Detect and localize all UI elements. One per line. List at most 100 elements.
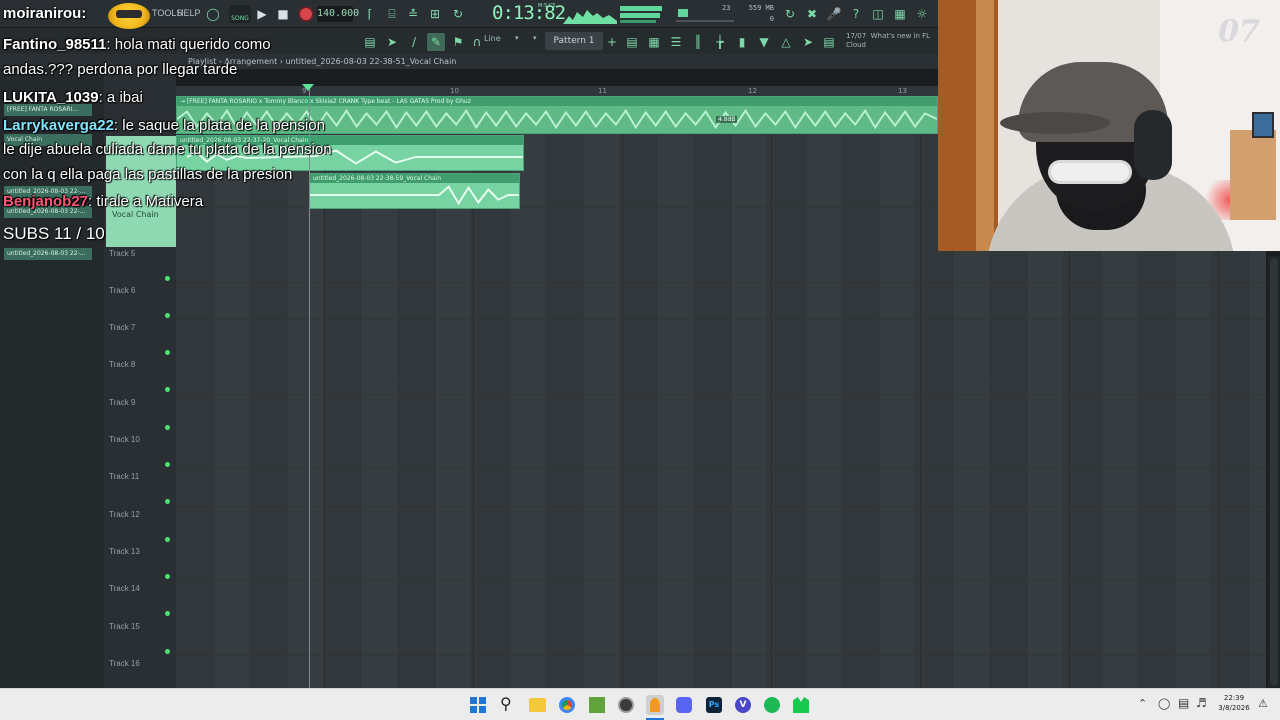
- metronome-icon[interactable]: ⌈: [361, 5, 379, 23]
- draw-icon[interactable]: ✎: [427, 33, 445, 51]
- countdown-icon[interactable]: ≛: [404, 5, 422, 23]
- chrome-icon[interactable]: [559, 697, 575, 713]
- news-panel[interactable]: 17/07 What's new in FL Cloud: [846, 32, 936, 50]
- playhead[interactable]: [309, 88, 310, 688]
- refresh-icon[interactable]: ↻: [781, 5, 799, 23]
- track-enable-led[interactable]: [165, 387, 170, 392]
- track-enable-led[interactable]: [165, 499, 170, 504]
- browser-item[interactable]: untitled_2026-08-03 22-...: [4, 248, 92, 260]
- chat-message: con la q ella paga las pastillas de la p…: [3, 166, 292, 183]
- ableton-icon[interactable]: [793, 697, 809, 713]
- track-label[interactable]: Track 9: [109, 398, 135, 407]
- loop-record-icon[interactable]: ↻: [449, 5, 467, 23]
- browser-icon[interactable]: ▮: [733, 33, 751, 51]
- file-explorer-icon[interactable]: [529, 698, 546, 712]
- paint-icon[interactable]: ⚑: [449, 33, 467, 51]
- chevron-down-icon[interactable]: ▾: [515, 34, 519, 42]
- chat-message: Benjanob27: tirale a Mativera: [3, 193, 203, 210]
- track-label[interactable]: Track 5: [109, 249, 135, 258]
- track-enable-led[interactable]: [165, 350, 170, 355]
- track-enable-led[interactable]: [165, 313, 170, 318]
- track-label[interactable]: Track 16: [109, 659, 140, 668]
- emote-icon: [108, 3, 150, 29]
- chat-text: le dije abuela culiada dame tu plata de …: [3, 141, 332, 158]
- track-label[interactable]: Track 6: [109, 286, 135, 295]
- chevron-up-icon[interactable]: ⌃: [1138, 697, 1147, 710]
- plugin-picker-icon[interactable]: ▼: [755, 33, 773, 51]
- chevron-down-icon[interactable]: ▾: [533, 34, 537, 42]
- volume-icon[interactable]: ♬: [1196, 696, 1207, 710]
- snap-value[interactable]: Line: [484, 34, 501, 43]
- chat-text: : tirale a Mativera: [88, 193, 204, 210]
- channel-rack-icon[interactable]: ▦: [645, 33, 663, 51]
- piano-roll-icon[interactable]: ▤: [361, 33, 379, 51]
- track-label[interactable]: Track 10: [109, 435, 140, 444]
- tempo-display[interactable]: 140.000: [317, 6, 359, 22]
- cpu-number: 23: [722, 4, 731, 12]
- wait-input-icon[interactable]: ⌸: [383, 5, 401, 23]
- track-label[interactable]: Track 13: [109, 547, 140, 556]
- mic-icon[interactable]: 🎤: [825, 5, 843, 23]
- pattern-selector[interactable]: Pattern 1: [545, 32, 603, 50]
- monitor-tray-icon[interactable]: ▤: [1178, 696, 1189, 710]
- track-label[interactable]: Track 7: [109, 323, 135, 332]
- audio-clip-vocal-2[interactable]: untitled_2026-08-03 22-38-59_Vocal Chain: [309, 173, 520, 209]
- faders-icon[interactable]: ║: [689, 33, 707, 51]
- fl-studio-icon[interactable]: [646, 695, 664, 715]
- clock[interactable]: 22:39 3/8/2026: [1214, 693, 1254, 713]
- track-label[interactable]: Track 14: [109, 584, 140, 593]
- photoshop-icon[interactable]: Ps: [706, 697, 722, 713]
- play-icon[interactable]: ▶: [253, 5, 271, 23]
- track-label: Vocal Chain: [112, 210, 159, 219]
- minecraft-icon[interactable]: [589, 697, 605, 713]
- routing-icon[interactable]: ╆: [711, 33, 729, 51]
- search-icon[interactable]: ⚲: [500, 694, 512, 713]
- track-enable-led[interactable]: [165, 537, 170, 542]
- playlist-icon[interactable]: ▤: [623, 33, 641, 51]
- track-enable-led[interactable]: [165, 425, 170, 430]
- track-enable-led[interactable]: [165, 649, 170, 654]
- track-label[interactable]: Track 15: [109, 622, 140, 631]
- track-enable-led[interactable]: [165, 276, 170, 281]
- scrollbar-thumb[interactable]: [1270, 258, 1278, 686]
- stop-icon[interactable]: ■: [274, 5, 292, 23]
- oscilloscope: [563, 10, 617, 24]
- tool-icon[interactable]: ➤: [799, 33, 817, 51]
- windows-taskbar: ⚲ Ps V ⌃ ◯ ▤ ♬ 22:39 3/8/2026 ⚠: [0, 688, 1280, 720]
- notification-bell-icon[interactable]: ⚠: [1258, 697, 1268, 710]
- mic-tray-icon[interactable]: ◯: [1158, 697, 1170, 710]
- vertical-scrollbar[interactable]: [1268, 256, 1280, 688]
- spotify-icon[interactable]: [764, 697, 780, 713]
- plugin-icon[interactable]: ▦: [891, 5, 909, 23]
- windows-start-icon[interactable]: [470, 697, 486, 713]
- track-label[interactable]: Track 11: [109, 472, 139, 481]
- obs-icon[interactable]: [618, 697, 634, 713]
- vencord-icon[interactable]: V: [735, 697, 751, 713]
- add-pattern-icon[interactable]: +: [603, 33, 621, 51]
- webcam-door-light: [976, 0, 994, 251]
- chat-message: andas.??? perdona por llegar tarde: [3, 61, 237, 78]
- slice-icon[interactable]: ∕: [405, 33, 423, 51]
- playhead-marker[interactable]: [302, 84, 314, 91]
- step-edit-icon[interactable]: ⊞: [426, 5, 444, 23]
- save-icon[interactable]: ◫: [869, 5, 887, 23]
- song-mode-toggle[interactable]: SONG: [229, 5, 251, 23]
- chat-icon[interactable]: ☼: [913, 5, 931, 23]
- timeline-ruler[interactable]: 9 10 11 12 13: [176, 86, 938, 96]
- pitch-knob-icon[interactable]: ◯: [204, 5, 222, 23]
- track-enable-led[interactable]: [165, 611, 170, 616]
- discord-icon[interactable]: [676, 697, 692, 713]
- arrow-icon[interactable]: ➤: [383, 33, 401, 51]
- touch-keyboard-icon[interactable]: △: [777, 33, 795, 51]
- track-label[interactable]: Track 8: [109, 360, 135, 369]
- track-label[interactable]: Track 12: [109, 510, 140, 519]
- mixer-icon[interactable]: ☰: [667, 33, 685, 51]
- track-enable-led[interactable]: [165, 462, 170, 467]
- help-icon[interactable]: ?: [847, 5, 865, 23]
- menu-help[interactable]: HELP: [177, 8, 201, 18]
- cpu-memory-panel: 23 559 MB 0: [674, 3, 774, 27]
- record-button[interactable]: [298, 6, 314, 22]
- track-enable-led[interactable]: [165, 574, 170, 579]
- cart-icon[interactable]: ▤: [820, 33, 838, 51]
- tools-icon[interactable]: ✖: [803, 5, 821, 23]
